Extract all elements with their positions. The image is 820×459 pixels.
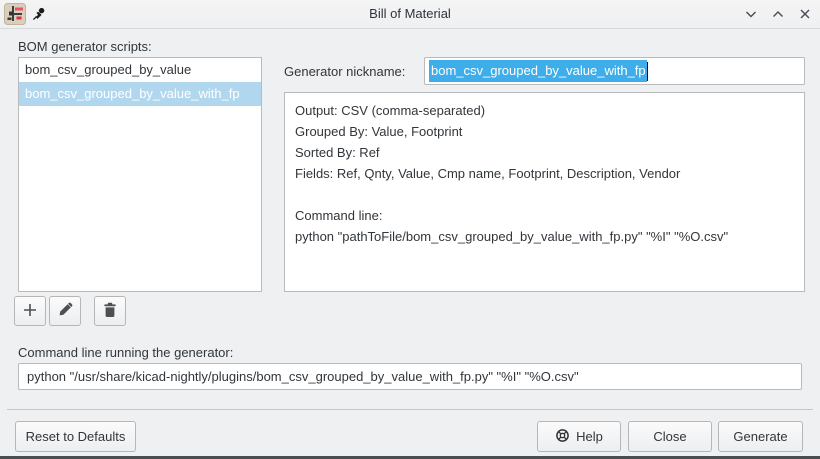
info-line-sorted-by: Sorted By: Ref	[295, 145, 380, 160]
shade-icon[interactable]	[742, 5, 760, 23]
info-line-grouped-by: Grouped By: Value, Footprint	[295, 124, 463, 139]
pencil-icon	[56, 301, 74, 322]
text-caret	[646, 61, 648, 81]
close-button[interactable]: Close	[628, 421, 712, 452]
info-line-command-title: Command line:	[295, 208, 383, 223]
generator-info-panel: Output: CSV (comma-separated) Grouped By…	[284, 92, 805, 292]
list-item-bom-csv-grouped-by-value-with-fp[interactable]: bom_csv_grouped_by_value_with_fp	[19, 82, 261, 106]
delete-generator-button[interactable]	[94, 296, 126, 326]
help-button[interactable]: Help	[537, 421, 621, 452]
window-controls	[742, 0, 814, 28]
reset-to-defaults-button[interactable]: Reset to Defaults	[15, 421, 136, 452]
scripts-list-label: BOM generator scripts:	[18, 39, 152, 54]
maximize-icon[interactable]	[769, 5, 787, 23]
plus-icon	[21, 301, 39, 322]
list-item-bom-csv-grouped-by-value[interactable]: bom_csv_grouped_by_value	[19, 58, 261, 82]
help-lifebuoy-icon	[555, 428, 570, 446]
trash-icon	[101, 301, 119, 322]
titlebar: Bill of Material	[0, 0, 820, 29]
command-line-label: Command line running the generator:	[18, 345, 234, 360]
bom-dialog-window: Bill of Material BOM generator scripts: …	[0, 0, 820, 459]
command-line-input[interactable]	[18, 363, 802, 390]
info-line-blank	[295, 184, 794, 205]
generate-button[interactable]: Generate	[718, 421, 803, 452]
info-line-output: Output: CSV (comma-separated)	[295, 103, 486, 118]
bottom-separator	[7, 409, 813, 410]
window-title: Bill of Material	[369, 6, 451, 21]
nickname-selected-text: bom_csv_grouped_by_value_with_fp	[429, 60, 647, 82]
info-line-command: python "pathToFile/bom_csv_grouped_by_va…	[295, 229, 729, 244]
scripts-listbox: bom_csv_grouped_by_value bom_csv_grouped…	[18, 57, 262, 292]
edit-generator-button[interactable]	[49, 296, 81, 326]
close-icon[interactable]	[796, 5, 814, 23]
info-line-fields: Fields: Ref, Qnty, Value, Cmp name, Foot…	[295, 166, 681, 181]
help-button-label: Help	[576, 429, 603, 444]
add-generator-button[interactable]	[14, 296, 46, 326]
nickname-label: Generator nickname:	[284, 64, 406, 79]
nickname-input[interactable]: bom_csv_grouped_by_value_with_fp	[424, 57, 805, 85]
